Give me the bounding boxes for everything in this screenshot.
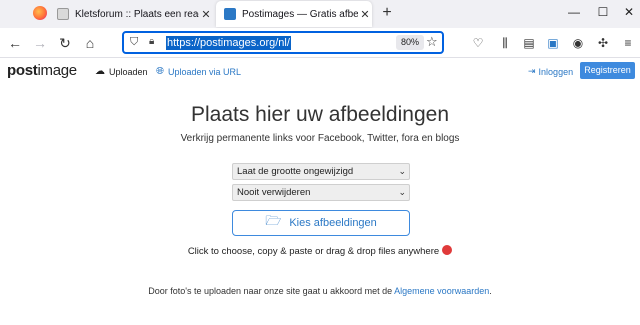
firefox-icon[interactable] [33, 6, 47, 20]
expire-select[interactable]: Nooit verwijderen ⌄ [232, 184, 410, 201]
terms-text: Door foto's te uploaden naar onze site g… [148, 286, 393, 296]
tab-strip: Kletsforum :: Plaats een reactie ✕ Posti… [0, 0, 640, 28]
upload-url-link[interactable]: 🌐︎ Uploaden via URL [156, 66, 241, 77]
forward-icon[interactable]: → [31, 34, 49, 52]
plus-icon[interactable]: + [378, 4, 396, 22]
minimize-icon[interactable]: — [565, 5, 583, 19]
page-title: Plaats hier uw afbeeldingen [190, 103, 449, 126]
choose-images-label: Kies afbeeldingen [289, 217, 377, 229]
tab-postimages[interactable]: Postimages — Gratis afbeeldingen ✕ [216, 1, 372, 27]
shield-icon[interactable]: ⛉ [130, 36, 138, 49]
tab-title: Postimages — Gratis afbeeldingen [242, 8, 358, 20]
window-close-icon[interactable]: ✕ [620, 5, 638, 19]
lock-icon[interactable]: 🔒︎ [149, 36, 154, 47]
page-subtitle: Verkrijg permanente links voor Facebook,… [180, 133, 460, 144]
login-icon: ⇥ [528, 66, 536, 76]
extensions-icon[interactable]: ✣ [595, 35, 611, 51]
tab-kletsforum[interactable]: Kletsforum :: Plaats een reactie ✕ [57, 1, 213, 27]
chevron-down-icon: ⌄ [398, 166, 406, 176]
close-icon[interactable]: ✕ [199, 8, 213, 21]
account-icon[interactable]: ◉ [570, 35, 586, 51]
language-flag-icon[interactable] [442, 245, 453, 255]
pocket-icon[interactable]: ♡ [470, 35, 486, 51]
reload-icon[interactable]: ↻ [56, 34, 74, 52]
url-text[interactable]: https://postimages.org/nl/ [166, 36, 291, 50]
postimages-favicon [224, 8, 236, 20]
upload-hint: Click to choose, copy & paste or drag & … [0, 245, 640, 257]
zoom-badge[interactable]: 80% [396, 35, 425, 50]
sidebar-icon[interactable]: ▤ [521, 35, 537, 51]
address-bar[interactable]: ⛉ 🔒︎ https://postimages.org/nl/ 80% ☆ [122, 31, 444, 54]
nav-toolbar: ← → ↻ ⌂ ⛉ 🔒︎ https://postimages.org/nl/ … [0, 28, 640, 58]
library-icon[interactable]: ⫼ [497, 35, 513, 51]
login-link[interactable]: ⇥ Inloggen [528, 66, 573, 77]
register-button[interactable]: Registreren [580, 62, 635, 79]
login-label: Inloggen [538, 66, 574, 77]
expire-select-value: Nooit verwijderen [237, 187, 311, 198]
chevron-down-icon: ⌄ [398, 187, 406, 197]
terms-period: . [489, 286, 492, 296]
home-icon[interactable]: ⌂ [81, 34, 99, 52]
maximize-icon[interactable]: ☐ [594, 5, 612, 19]
globe-icon: 🌐︎ [156, 66, 164, 77]
upload-url-label: Uploaden via URL [168, 66, 242, 77]
upload-hint-text: Click to choose, copy & paste or drag & … [187, 246, 440, 257]
page-icon [57, 8, 69, 20]
logo-text-post: post [7, 62, 38, 79]
logo-text-image: image [37, 62, 77, 79]
back-icon[interactable]: ← [6, 34, 24, 52]
menu-icon[interactable]: ≡ [620, 35, 636, 51]
terms-link[interactable]: Algemene voorwaarden [394, 286, 489, 296]
postimage-logo[interactable]: postimage [7, 62, 77, 79]
star-icon[interactable]: ☆ [426, 34, 438, 50]
page-content: postimage ☁ Uploaden 🌐︎ Uploaden via URL… [0, 59, 640, 325]
upload-link[interactable]: ☁ Uploaden [95, 66, 148, 77]
close-icon[interactable]: ✕ [358, 8, 372, 21]
resize-select[interactable]: Laat de grootte ongewijzigd ⌄ [232, 163, 410, 180]
screenshot-icon[interactable]: ▣ [545, 35, 561, 51]
tab-title: Kletsforum :: Plaats een reactie [75, 8, 199, 20]
upload-label: Uploaden [109, 66, 148, 77]
choose-images-button[interactable]: 🗁 Kies afbeeldingen [232, 210, 410, 236]
folder-open-icon: 🗁 [265, 213, 282, 228]
resize-select-value: Laat de grootte ongewijzigd [237, 166, 354, 177]
cloud-upload-icon: ☁ [95, 66, 105, 77]
terms-notice: Door foto's te uploaden naar onze site g… [0, 286, 640, 296]
